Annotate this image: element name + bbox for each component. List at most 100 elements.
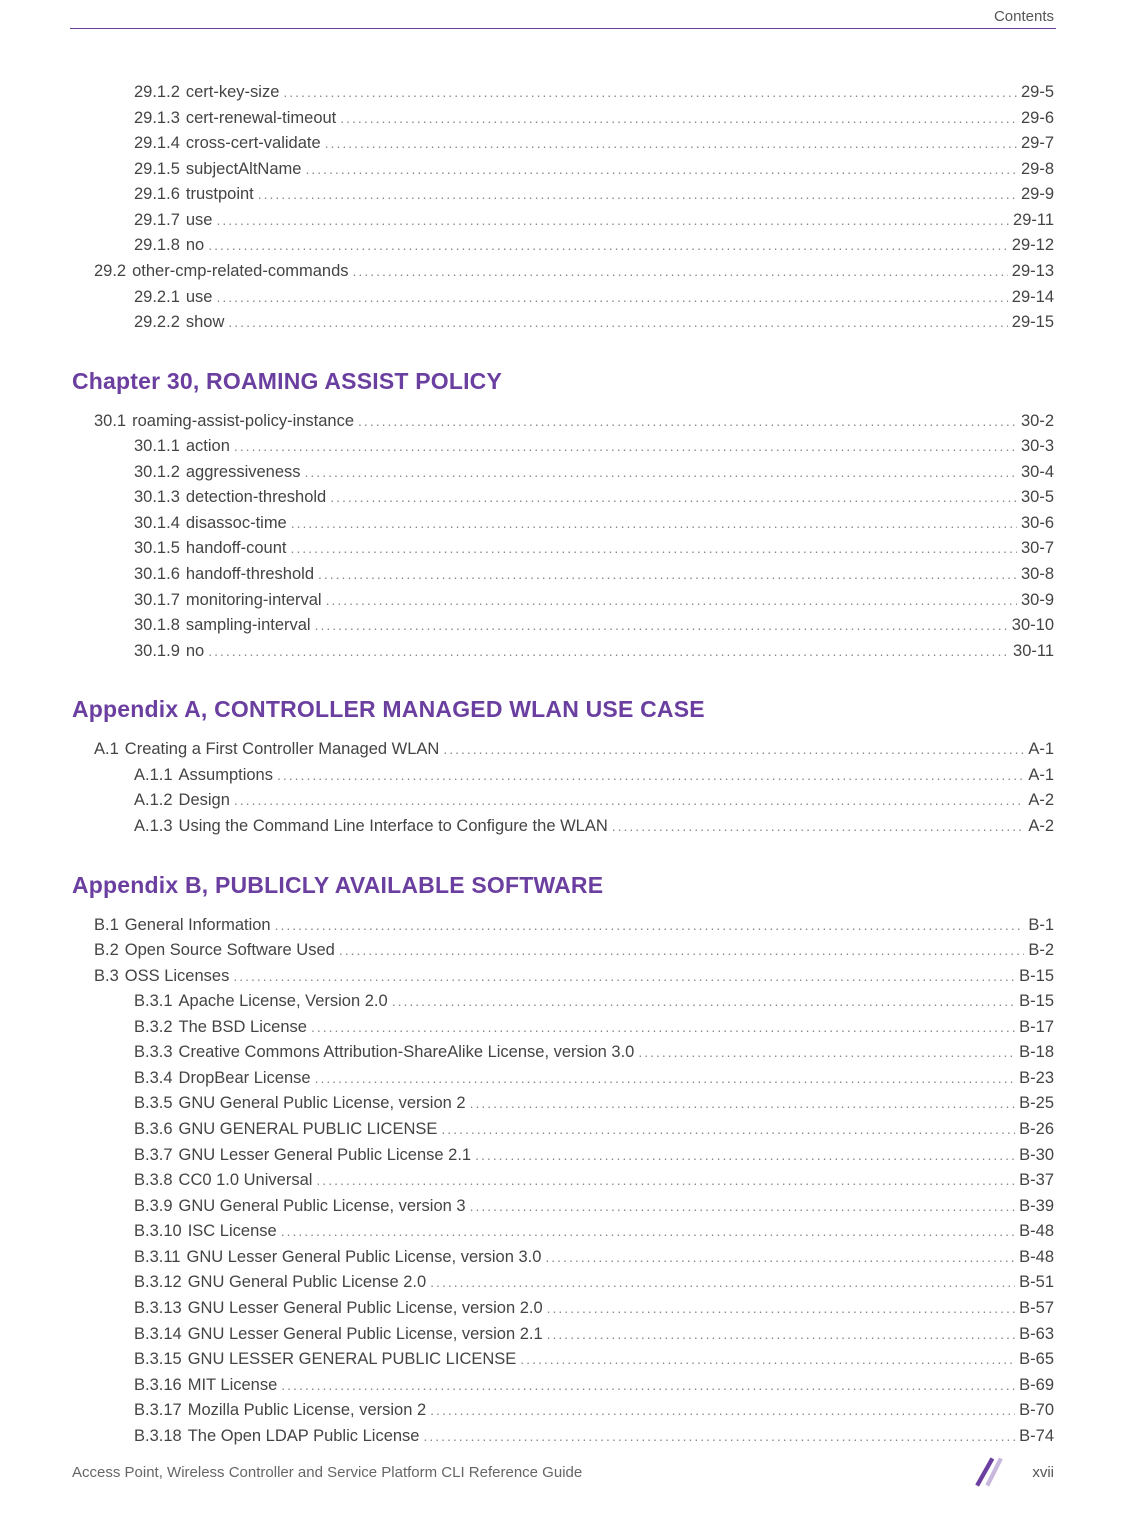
header-section-label: Contents xyxy=(994,8,1054,25)
toc-entry[interactable]: 30.1.5handoff-count30-7 xyxy=(134,536,1054,562)
toc-entry[interactable]: 29.1.4cross-cert-validate29-7 xyxy=(134,131,1054,157)
toc-leader-dots xyxy=(216,208,1009,234)
toc-entry[interactable]: 30.1.7monitoring-interval30-9 xyxy=(134,588,1054,614)
toc-entry-page: B-30 xyxy=(1019,1143,1054,1169)
toc-entry[interactable]: B.3.3Creative Commons Attribution-ShareA… xyxy=(134,1040,1054,1066)
toc-entry-title: GNU Lesser General Public License, versi… xyxy=(186,1245,541,1271)
toc-entry[interactable]: A.1.1AssumptionsA-1 xyxy=(134,763,1054,789)
toc-entry[interactable]: 30.1.2aggressiveness30-4 xyxy=(134,460,1054,486)
toc-entry[interactable]: B.3.16MIT LicenseB-69 xyxy=(134,1373,1054,1399)
toc-entry[interactable]: 29.2other-cmp-related-commands29-13 xyxy=(94,259,1054,285)
toc-entry[interactable]: B.3.4DropBear LicenseB-23 xyxy=(134,1066,1054,1092)
toc-entry[interactable]: 29.1.8no29-12 xyxy=(134,233,1054,259)
toc-entry[interactable]: 30.1.6handoff-threshold30-8 xyxy=(134,562,1054,588)
toc-leader-dots xyxy=(638,1040,1015,1066)
toc-entry-number: 30.1.4 xyxy=(134,511,180,537)
toc-entry-title: CC0 1.0 Universal xyxy=(179,1168,313,1194)
toc-entry-number: B.3.13 xyxy=(134,1296,182,1322)
toc-entry[interactable]: 29.1.5subjectAltName29-8 xyxy=(134,157,1054,183)
toc-leader-dots xyxy=(326,588,1017,614)
toc-entry[interactable]: B.3.5GNU General Public License, version… xyxy=(134,1091,1054,1117)
toc-entry-page: 29-13 xyxy=(1012,259,1054,285)
toc-entry[interactable]: 30.1roaming-assist-policy-instance30-2 xyxy=(94,409,1054,435)
toc-entry-title: subjectAltName xyxy=(186,157,302,183)
toc-entry-page: 30-9 xyxy=(1021,588,1054,614)
toc-entry[interactable]: B.1General InformationB-1 xyxy=(94,913,1054,939)
toc-entry[interactable]: B.3.1Apache License, Version 2.0B-15 xyxy=(134,989,1054,1015)
toc-entry[interactable]: 29.1.7use29-11 xyxy=(134,208,1054,234)
toc-entry[interactable]: B.3.18The Open LDAP Public LicenseB-74 xyxy=(134,1424,1054,1450)
toc-entry-number: B.3.9 xyxy=(134,1194,173,1220)
toc-leader-dots xyxy=(392,989,1015,1015)
toc-entry[interactable]: B.3.12 GNU General Public License 2.0B-5… xyxy=(134,1270,1054,1296)
toc-entry[interactable]: 29.1.3cert-renewal-timeout29-6 xyxy=(134,106,1054,132)
toc-leader-dots xyxy=(283,80,1017,106)
toc-entry[interactable]: 30.1.1action30-3 xyxy=(134,434,1054,460)
toc-entry-page: 29-14 xyxy=(1012,285,1054,311)
toc-entry[interactable]: B.3.17Mozilla Public License, version 2B… xyxy=(134,1398,1054,1424)
toc-leader-dots xyxy=(216,285,1007,311)
toc-entry[interactable]: A.1Creating a First Controller Managed W… xyxy=(94,737,1054,763)
toc-entry[interactable]: 29.2.2show29-15 xyxy=(134,310,1054,336)
toc-entry[interactable]: 30.1.4disassoc-time30-6 xyxy=(134,511,1054,537)
toc-entry[interactable]: B.3.7GNU Lesser General Public License 2… xyxy=(134,1143,1054,1169)
toc-content: 29.1.2cert-key-size29-529.1.3cert-renewa… xyxy=(72,80,1054,1449)
toc-leader-dots xyxy=(234,788,1024,814)
toc-entry[interactable]: B.3.10ISC LicenseB-48 xyxy=(134,1219,1054,1245)
toc-entry-number: A.1.3 xyxy=(134,814,173,840)
toc-entry-number: B.3.8 xyxy=(134,1168,173,1194)
toc-leader-dots xyxy=(470,1091,1016,1117)
toc-entry-title: GNU GENERAL PUBLIC LICENSE xyxy=(179,1117,438,1143)
toc-entry-title: Open Source Software Used xyxy=(125,938,335,964)
toc-leader-dots xyxy=(228,310,1007,336)
chapter-heading: Appendix B, PUBLICLY AVAILABLE SOFTWARE xyxy=(72,872,1054,899)
toc-entry[interactable]: B.2Open Source Software UsedB-2 xyxy=(94,938,1054,964)
toc-leader-dots xyxy=(441,1117,1015,1143)
toc-entry-page: B-39 xyxy=(1019,1194,1054,1220)
toc-entry-title: GNU General Public License 2.0 xyxy=(188,1270,426,1296)
toc-entry[interactable]: 29.1.2cert-key-size29-5 xyxy=(134,80,1054,106)
toc-leader-dots xyxy=(258,182,1017,208)
toc-entry[interactable]: 30.1.3detection-threshold30-5 xyxy=(134,485,1054,511)
toc-entry-number: 30.1.3 xyxy=(134,485,180,511)
toc-entry-title: Assumptions xyxy=(179,763,273,789)
toc-entry-title: The BSD License xyxy=(179,1015,307,1041)
toc-entry-page: B-74 xyxy=(1019,1424,1054,1450)
toc-entry-title: GNU LESSER GENERAL PUBLIC LICENSE xyxy=(188,1347,517,1373)
toc-entry[interactable]: 30.1.9no30-11 xyxy=(134,639,1054,665)
toc-entry-number: A.1.1 xyxy=(134,763,173,789)
toc-entry[interactable]: B.3.11GNU Lesser General Public License,… xyxy=(134,1245,1054,1271)
toc-entry-page: 29-15 xyxy=(1012,310,1054,336)
toc-entry-number: B.2 xyxy=(94,938,119,964)
toc-entry[interactable]: B.3.8CC0 1.0 UniversalB-37 xyxy=(134,1168,1054,1194)
chapter-heading: Chapter 30, ROAMING ASSIST POLICY xyxy=(72,368,1054,395)
toc-leader-dots xyxy=(443,737,1024,763)
toc-leader-dots xyxy=(291,511,1017,537)
toc-entry-title: detection-threshold xyxy=(186,485,326,511)
toc-leader-dots xyxy=(305,460,1017,486)
toc-entry-number: 30.1.7 xyxy=(134,588,180,614)
toc-entry[interactable]: B.3.14GNU Lesser General Public License,… xyxy=(134,1322,1054,1348)
toc-entry-title: General Information xyxy=(125,913,271,939)
toc-entry-page: 29-11 xyxy=(1013,208,1054,234)
toc-entry-number: B.3.17 xyxy=(134,1398,182,1424)
toc-entry-title: Creative Commons Attribution-ShareAlike … xyxy=(179,1040,635,1066)
toc-entry[interactable]: 29.1.6trustpoint29-9 xyxy=(134,182,1054,208)
toc-entry[interactable]: A.1.2DesignA-2 xyxy=(134,788,1054,814)
toc-entry[interactable]: B.3.9GNU General Public License, version… xyxy=(134,1194,1054,1220)
toc-entry[interactable]: A.1.3Using the Command Line Interface to… xyxy=(134,814,1054,840)
toc-entry[interactable]: B.3.6GNU GENERAL PUBLIC LICENSEB-26 xyxy=(134,1117,1054,1143)
toc-entry-page: B-23 xyxy=(1019,1066,1054,1092)
toc-entry[interactable]: B.3.15GNU LESSER GENERAL PUBLIC LICENSEB… xyxy=(134,1347,1054,1373)
toc-entry[interactable]: B.3 OSS LicensesB-15 xyxy=(94,964,1054,990)
toc-entry-number: 29.1.2 xyxy=(134,80,180,106)
toc-leader-dots xyxy=(612,814,1025,840)
toc-entry-number: 29.1.6 xyxy=(134,182,180,208)
toc-entry-number: B.3.15 xyxy=(134,1347,182,1373)
toc-entry[interactable]: 29.2.1use29-14 xyxy=(134,285,1054,311)
toc-entry[interactable]: 30.1.8sampling-interval30-10 xyxy=(134,613,1054,639)
toc-entry[interactable]: B.3.13GNU Lesser General Public License,… xyxy=(134,1296,1054,1322)
toc-entry[interactable]: B.3.2The BSD LicenseB-17 xyxy=(134,1015,1054,1041)
toc-entry-number: 29.2 xyxy=(94,259,126,285)
toc-entry-title: cert-key-size xyxy=(186,80,280,106)
